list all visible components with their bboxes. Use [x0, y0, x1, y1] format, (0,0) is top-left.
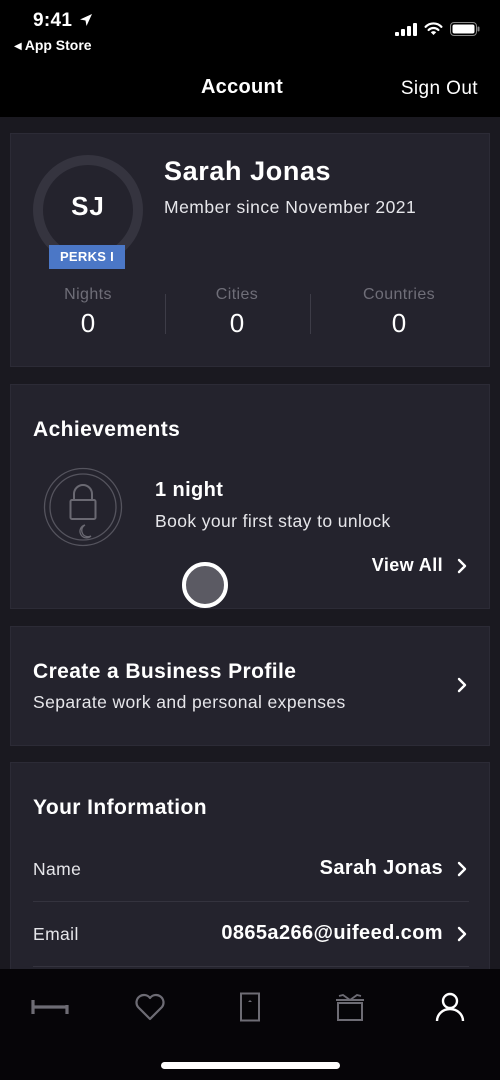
chevron-right-icon	[457, 861, 467, 876]
wifi-icon	[424, 22, 443, 35]
info-label: Email	[33, 924, 79, 944]
view-all-achievements-button[interactable]: View All	[372, 555, 469, 576]
info-row-email[interactable]: Email 0865a266@uifeed.com	[33, 903, 469, 967]
tab-favorites[interactable]	[120, 987, 180, 1027]
nav-bar: Account Sign Out	[0, 62, 500, 117]
gift-icon	[336, 994, 364, 1021]
info-value: Sarah Jonas	[320, 857, 469, 880]
stat-label: Cities	[215, 286, 259, 303]
info-value: 0865a266@uifeed.com	[221, 922, 469, 945]
sign-out-button[interactable]: Sign Out	[401, 78, 478, 100]
chevron-right-icon	[457, 926, 467, 941]
back-label: App Store	[24, 37, 92, 53]
achievement-description: Book your first stay to unlock	[155, 511, 391, 531]
door-icon	[240, 992, 260, 1022]
chevron-right-icon	[457, 677, 467, 693]
business-profile-title: Create a Business Profile	[33, 660, 297, 683]
stat-cities: Cities 0	[162, 286, 312, 339]
tab-bookings[interactable]	[220, 987, 280, 1027]
stat-value: 0	[80, 308, 96, 338]
signal-icon	[395, 22, 417, 36]
view-all-label: View All	[371, 555, 443, 575]
back-to-app-store-link[interactable]: ◀ App Store	[14, 37, 92, 53]
stat-divider	[310, 294, 311, 334]
tab-account[interactable]	[420, 987, 480, 1027]
status-time: 9:41	[33, 10, 73, 31]
locked-moon-badge-icon	[43, 467, 123, 547]
person-icon	[435, 992, 465, 1022]
stat-label: Countries	[362, 286, 436, 303]
page-title: Account	[200, 76, 284, 98]
back-triangle-icon: ◀	[14, 41, 22, 52]
stat-countries: Countries 0	[324, 286, 474, 339]
stat-label: Nights	[64, 286, 112, 303]
heart-icon	[135, 993, 165, 1021]
bed-icon	[31, 1000, 69, 1014]
member-since: Member since November 2021	[164, 197, 417, 217]
info-row-name[interactable]: Name Sarah Jonas	[33, 838, 469, 902]
profile-card: SJ PERKS I Sarah Jonas Member since Nove…	[10, 133, 490, 367]
location-arrow-icon	[80, 14, 92, 26]
tier-badge: PERKS I	[49, 245, 125, 269]
info-value-text: 0865a266@uifeed.com	[221, 922, 443, 944]
avatar-initials: SJ	[71, 191, 105, 221]
achievements-title: Achievements	[33, 418, 181, 441]
profile-name: Sarah Jonas	[164, 156, 332, 186]
stat-nights: Nights 0	[13, 286, 163, 339]
achievements-card: Achievements 1 night Book your first sta…	[10, 384, 490, 609]
status-indicators	[395, 22, 480, 36]
stat-value: 0	[391, 308, 407, 338]
business-profile-subtitle: Separate work and personal expenses	[33, 692, 346, 712]
achievement-name: 1 night	[155, 479, 224, 501]
your-information-card: Your Information Name Sarah Jonas Email …	[10, 762, 490, 969]
your-information-title: Your Information	[33, 796, 207, 819]
home-indicator[interactable]	[161, 1062, 340, 1069]
tab-rewards[interactable]	[320, 987, 380, 1027]
touch-indicator	[182, 562, 228, 608]
account-content[interactable]: SJ PERKS I Sarah Jonas Member since Nove…	[0, 117, 500, 969]
stat-value: 0	[229, 308, 245, 338]
info-value-text: Sarah Jonas	[319, 857, 443, 879]
info-label: Name	[33, 859, 82, 879]
business-profile-card[interactable]: Create a Business Profile Separate work …	[10, 626, 490, 746]
status-bar: 9:41 ◀ App Store	[0, 0, 500, 62]
battery-icon	[450, 22, 480, 36]
tab-stays[interactable]	[20, 987, 80, 1027]
chevron-right-icon	[457, 558, 467, 573]
